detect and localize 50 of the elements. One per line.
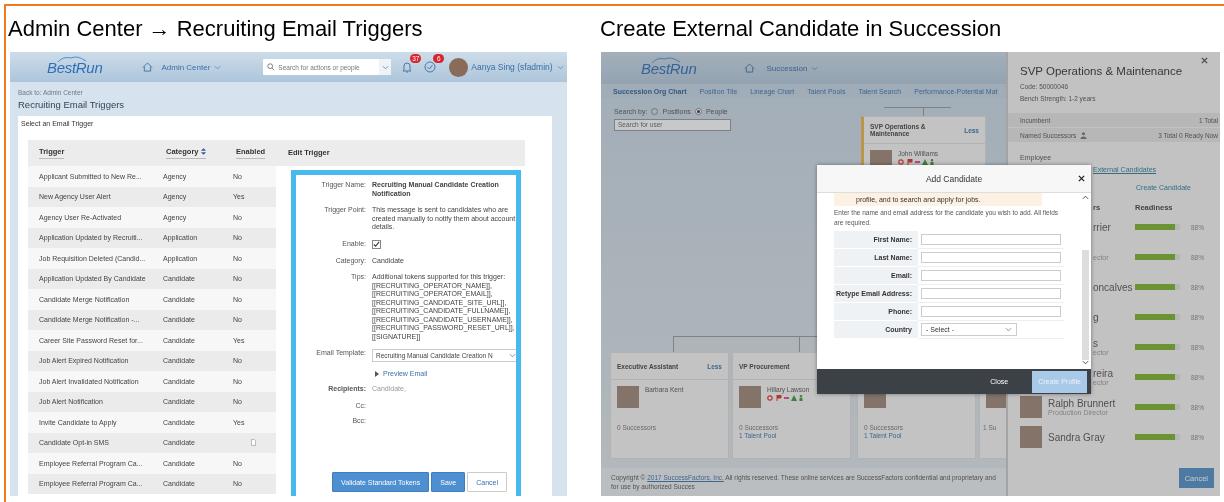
check-circle-icon[interactable]	[424, 61, 437, 73]
photo-placeholder	[739, 386, 761, 408]
successor-name[interactable]: Ralph Brunnert	[1048, 398, 1135, 409]
chevron-down-icon	[1005, 327, 1012, 332]
module-menu[interactable]: Admin Center	[161, 62, 222, 72]
logo[interactable]: BestRun	[641, 59, 697, 77]
search-dropdown[interactable]	[379, 59, 392, 75]
successor-name[interactable]: s	[1093, 338, 1135, 349]
chevron-down-icon	[509, 353, 516, 358]
panel-title: SVP Operations & Maintenance	[1020, 65, 1184, 77]
text-input[interactable]	[921, 252, 1061, 263]
chevron-up-icon	[1081, 195, 1089, 200]
text-input[interactable]	[921, 306, 1061, 317]
successor-name[interactable]: g	[1093, 311, 1135, 323]
sort-icon	[200, 148, 206, 155]
scrollbar[interactable]	[1081, 195, 1089, 365]
successor-name[interactable]: rrier	[1093, 221, 1135, 233]
checkbox[interactable]	[372, 239, 381, 249]
triangle-right-icon	[375, 370, 379, 377]
home-icon[interactable]	[142, 62, 154, 72]
successor-name[interactable]: oncalves	[1093, 281, 1135, 293]
cloud-icon	[57, 54, 87, 63]
successor-name[interactable]: reira	[1093, 368, 1135, 379]
slide-heading: Admin Center → Recruiting Email Triggers	[7, 15, 424, 43]
logo[interactable]: BestRun	[47, 58, 103, 76]
chevron-down-icon	[1081, 360, 1089, 365]
user-menu[interactable]: Aanya Sing (sfadmin)	[471, 62, 564, 72]
person-icon	[1080, 131, 1088, 139]
text-input[interactable]	[921, 234, 1061, 245]
document-icon	[251, 438, 256, 446]
chevron-down-icon	[556, 64, 564, 70]
page-title: Recruiting Email Triggers	[18, 99, 126, 110]
radio-button[interactable]	[694, 108, 702, 115]
text-input[interactable]	[921, 270, 1061, 281]
module-menu[interactable]: Succession	[766, 63, 819, 73]
photo-placeholder	[617, 386, 639, 408]
connector-line	[884, 107, 951, 116]
text-input[interactable]	[921, 288, 1061, 299]
dialog-title: Add Candidate	[925, 173, 983, 184]
avatar[interactable]	[449, 57, 469, 77]
slide-heading: Create External Candidate in Succession	[600, 15, 1003, 43]
cloud-icon	[651, 55, 681, 64]
chevron-down-icon	[381, 64, 389, 70]
chevron-down-icon	[214, 64, 222, 70]
chevron-down-icon	[811, 65, 819, 71]
bell-icon[interactable]	[401, 61, 414, 73]
search-icon	[267, 63, 276, 71]
home-icon[interactable]	[744, 63, 756, 73]
close-icon[interactable]	[1078, 175, 1085, 182]
successor-name[interactable]: Sandra Gray	[1048, 431, 1135, 443]
